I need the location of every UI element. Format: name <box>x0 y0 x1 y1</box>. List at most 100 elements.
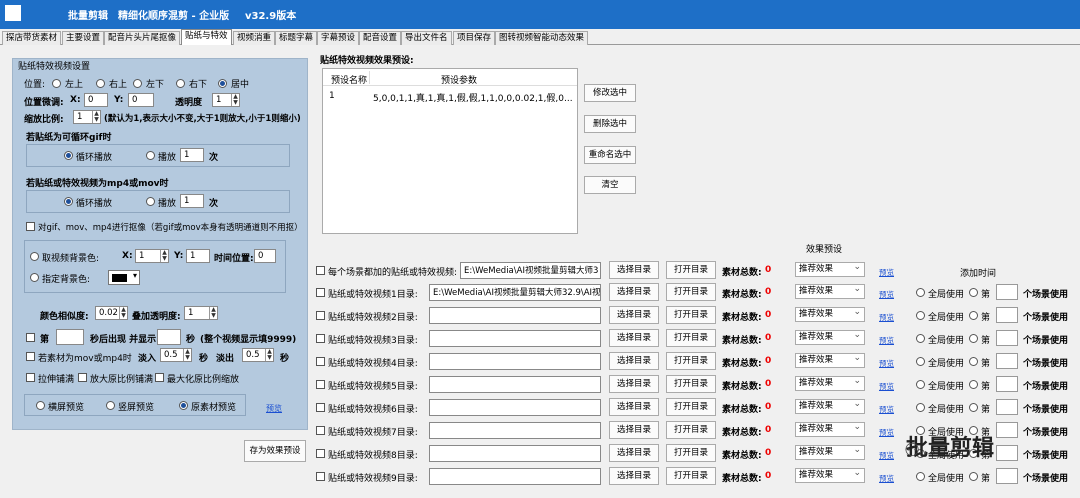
global-use-radio[interactable] <box>916 380 925 389</box>
row-checkbox[interactable] <box>316 288 325 297</box>
global-use-radio[interactable] <box>916 334 925 343</box>
mp4-loop-radio[interactable] <box>64 197 73 206</box>
effect-preset-select[interactable]: 推荐效果 <box>795 307 865 322</box>
open-dir-button[interactable]: 打开目录 <box>666 329 716 347</box>
position-radio-bottom-right[interactable] <box>176 79 185 88</box>
time-pos-input[interactable]: 0 <box>254 249 276 263</box>
row-preview-link[interactable]: 预览 <box>879 473 894 484</box>
row-preview-link[interactable]: 预览 <box>879 312 894 323</box>
row-path-input[interactable] <box>429 399 601 416</box>
row-path-input[interactable] <box>429 422 601 439</box>
global-use-radio[interactable] <box>916 288 925 297</box>
choose-dir-button[interactable]: 选择目录 <box>609 421 659 439</box>
choose-dir-button[interactable]: 选择目录 <box>609 352 659 370</box>
tab-shop-material[interactable]: 探店带货素材 <box>2 31 62 45</box>
gif-loop-radio[interactable] <box>64 151 73 160</box>
tab-voice-intro-keying[interactable]: 配音片头片尾抠像 <box>104 31 181 45</box>
nth-scene-radio[interactable] <box>969 472 978 481</box>
nth-scene-radio[interactable] <box>969 357 978 366</box>
tab-main-settings[interactable]: 主要设置 <box>62 31 105 45</box>
effect-preset-select[interactable]: 推荐效果 <box>795 353 865 368</box>
row-path-input[interactable] <box>429 376 601 393</box>
open-dir-button[interactable]: 打开目录 <box>666 398 716 416</box>
row-checkbox[interactable] <box>316 403 325 412</box>
row-path-input[interactable]: E:\WeMedia\AI视频批量剪辑大师3 <box>460 262 601 279</box>
choose-dir-button[interactable]: 选择目录 <box>609 261 659 279</box>
preset-row-params[interactable]: 5,0,0,1,1,真,1,真,1,假,假,1,1,0,0,0.02,1,假,0… <box>373 91 573 104</box>
clear-button[interactable]: 清空 <box>584 176 636 194</box>
row-checkbox[interactable] <box>316 449 325 458</box>
delete-selected-button[interactable]: 删除选中 <box>584 115 636 133</box>
gif-play-count-input[interactable]: 1 <box>180 148 204 162</box>
row-checkbox[interactable] <box>316 334 325 343</box>
row-preview-link[interactable]: 预览 <box>879 450 894 461</box>
tab-subtitle-preset[interactable]: 字幕预设 <box>317 31 360 45</box>
mp4-play-count-input[interactable]: 1 <box>180 194 204 208</box>
scene-number-input[interactable] <box>996 468 1018 484</box>
nth-scene-radio[interactable] <box>969 380 978 389</box>
row-preview-link[interactable]: 预览 <box>879 335 894 346</box>
position-radio-center[interactable] <box>218 79 227 88</box>
x-offset-input[interactable]: 0 <box>84 93 108 107</box>
row-checkbox[interactable] <box>316 266 325 275</box>
row-checkbox[interactable] <box>316 380 325 389</box>
effect-preset-select[interactable]: 推荐效果 <box>795 376 865 391</box>
spinner-arrows-icon[interactable]: ▲ ▼ <box>92 111 100 123</box>
pick-bgcolor-radio[interactable] <box>30 252 39 261</box>
row-path-input[interactable] <box>429 445 601 462</box>
scene-number-input[interactable] <box>996 353 1018 369</box>
choose-dir-button[interactable]: 选择目录 <box>609 398 659 416</box>
tab-dedup[interactable]: 视频消重 <box>233 31 276 45</box>
row-path-input[interactable] <box>429 353 601 370</box>
row-checkbox[interactable] <box>316 472 325 481</box>
effect-preset-select[interactable]: 推荐效果 <box>795 468 865 483</box>
open-dir-button[interactable]: 打开目录 <box>666 467 716 485</box>
tab-title-subtitle[interactable]: 标题字幕 <box>275 31 318 45</box>
nth-scene-radio[interactable] <box>969 288 978 297</box>
position-radio-top-left[interactable] <box>52 79 61 88</box>
edit-selected-button[interactable]: 修改选中 <box>584 84 636 102</box>
row-path-input[interactable] <box>429 468 601 485</box>
row-preview-link[interactable]: 预览 <box>879 358 894 369</box>
row-preview-link[interactable]: 预览 <box>879 267 894 278</box>
preset-row-name[interactable]: 1 <box>329 91 335 101</box>
spinner-arrows-icon[interactable]: ▲ ▼ <box>231 94 239 106</box>
row-checkbox[interactable] <box>316 426 325 435</box>
scene-number-input[interactable] <box>996 376 1018 392</box>
nth-scene-radio[interactable] <box>969 311 978 320</box>
nth-scene-radio[interactable] <box>969 403 978 412</box>
choose-dir-button[interactable]: 选择目录 <box>609 444 659 462</box>
position-radio-bottom-left[interactable] <box>133 79 142 88</box>
gif-play-radio[interactable] <box>146 151 155 160</box>
effect-preset-select[interactable]: 推荐效果 <box>795 330 865 345</box>
open-dir-button[interactable]: 打开目录 <box>666 261 716 279</box>
preset-list[interactable]: 预设名称 预设参数 1 5,0,0,1,1,真,1,真,1,假,假,1,1,0,… <box>322 68 578 234</box>
tab-project-save[interactable]: 项目保存 <box>453 31 496 45</box>
pick-y-input[interactable]: 1 <box>186 249 210 263</box>
scene-number-input[interactable] <box>996 422 1018 438</box>
nth-scene-radio[interactable] <box>969 334 978 343</box>
scene-number-input[interactable] <box>996 445 1018 461</box>
global-use-radio[interactable] <box>916 472 925 481</box>
tab-image-to-video[interactable]: 图转视频智能动态效果 <box>495 31 589 45</box>
effect-preset-select[interactable]: 推荐效果 <box>795 399 865 414</box>
open-dir-button[interactable]: 打开目录 <box>666 444 716 462</box>
row-path-input[interactable]: E:\WeMedia\AI视频批量剪辑大师32.9\AI视 <box>429 284 601 301</box>
keying-checkbox[interactable] <box>26 222 35 231</box>
open-dir-button[interactable]: 打开目录 <box>666 306 716 324</box>
mp4-play-radio[interactable] <box>146 197 155 206</box>
scene-number-input[interactable] <box>996 284 1018 300</box>
effect-preset-select[interactable]: 推荐效果 <box>795 284 865 299</box>
open-dir-button[interactable]: 打开目录 <box>666 375 716 393</box>
rename-selected-button[interactable]: 重命名选中 <box>584 146 636 164</box>
spinner-arrows-icon[interactable]: ▲ ▼ <box>160 250 168 262</box>
row-preview-link[interactable]: 预览 <box>879 404 894 415</box>
effect-preset-select[interactable]: 推荐效果 <box>795 262 865 277</box>
row-preview-link[interactable]: 预览 <box>879 289 894 300</box>
global-use-radio[interactable] <box>916 311 925 320</box>
y-offset-input[interactable]: 0 <box>128 93 154 107</box>
scene-number-input[interactable] <box>996 307 1018 323</box>
row-checkbox[interactable] <box>316 311 325 320</box>
tab-export-filename[interactable]: 导出文件名 <box>401 31 452 45</box>
open-dir-button[interactable]: 打开目录 <box>666 283 716 301</box>
